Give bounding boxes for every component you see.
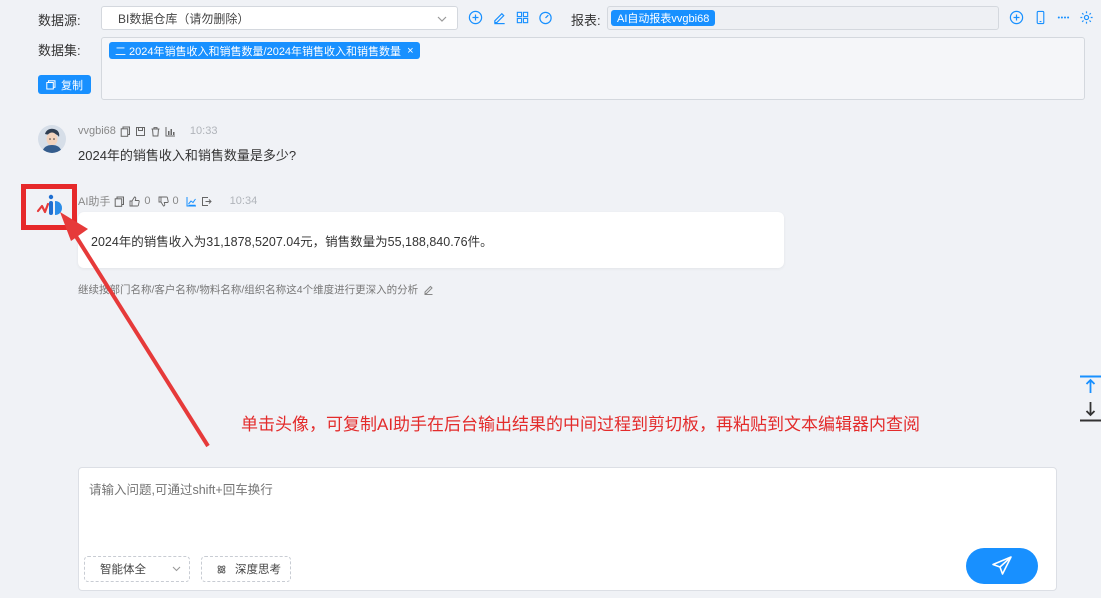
scroll-bottom-button[interactable] bbox=[1080, 400, 1101, 422]
question-input-box[interactable]: 智能体全 深度思考 bbox=[78, 467, 1057, 591]
deep-think-button[interactable]: 深度思考 bbox=[201, 556, 291, 582]
chevron-down-icon bbox=[172, 566, 181, 572]
mode-value: 智能体全 bbox=[100, 564, 146, 576]
arrow-down-icon bbox=[1080, 402, 1101, 422]
arrow-up-icon bbox=[1080, 375, 1101, 393]
question-input[interactable] bbox=[89, 479, 1039, 539]
send-icon bbox=[992, 556, 1012, 575]
send-button[interactable] bbox=[966, 548, 1038, 584]
scroll-top-button[interactable] bbox=[1080, 375, 1101, 395]
deep-think-label: 深度思考 bbox=[235, 564, 281, 576]
mode-select[interactable]: 智能体全 bbox=[84, 556, 190, 582]
annotation-text: 单击头像，可复制AI助手在后台输出结果的中间过程到剪切板，再粘贴到文本编辑器内查… bbox=[241, 415, 921, 434]
atom-icon bbox=[217, 565, 226, 573]
